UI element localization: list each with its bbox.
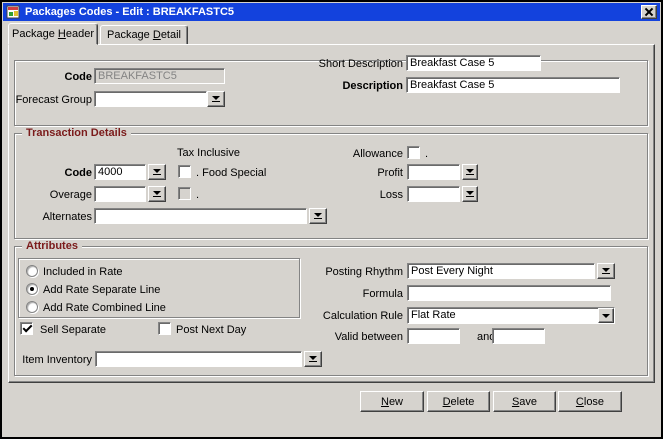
profit-lov-button[interactable]	[462, 164, 478, 180]
loss-lov-button[interactable]	[462, 186, 478, 202]
description-input[interactable]	[406, 77, 620, 93]
profit-input[interactable]	[407, 164, 460, 180]
formula-label: Formula	[300, 288, 403, 301]
code-label: Code	[10, 71, 92, 84]
valid-to-input[interactable]	[492, 328, 545, 344]
dropdown-lov-icon	[153, 191, 161, 197]
dropdown-arrow-icon	[602, 314, 610, 318]
sell-separate-label: Sell Separate	[40, 324, 106, 337]
allowance-checkbox[interactable]	[407, 146, 420, 159]
alternates-label: Alternates	[10, 211, 92, 224]
close-icon	[645, 8, 653, 16]
alternates-lov-button[interactable]	[309, 208, 327, 224]
allowance-label: Allowance	[300, 148, 403, 161]
post-next-day-label: Post Next Day	[176, 324, 246, 337]
close-window-button[interactable]: Close	[558, 391, 622, 412]
dropdown-lov-icon	[309, 356, 317, 362]
code-input	[94, 68, 225, 84]
radio-add-rate-combined-line[interactable]	[26, 301, 38, 313]
calculation-rule-select[interactable]: Flat Rate	[407, 307, 615, 324]
tab-package-detail[interactable]: Package Detail	[100, 25, 188, 45]
profit-label: Profit	[300, 167, 403, 180]
posting-rhythm-lov-button[interactable]	[597, 263, 615, 279]
forecast-group-lov-button[interactable]	[207, 91, 225, 107]
save-button[interactable]: Save	[493, 391, 556, 412]
dropdown-lov-icon	[314, 213, 322, 219]
posting-rhythm-input[interactable]	[407, 263, 595, 279]
item-inventory-input[interactable]	[95, 351, 302, 367]
transaction-code-lov-button[interactable]	[148, 164, 166, 180]
description-label: Description	[300, 80, 403, 93]
radio-included-in-rate[interactable]	[26, 265, 38, 277]
radio-add-rate-combined-line-label: Add Rate Combined Line	[43, 302, 166, 315]
radio-add-rate-separate-line[interactable]	[26, 283, 38, 295]
transaction-code-label: Code	[10, 167, 92, 180]
item-inventory-label: Item Inventory	[10, 354, 92, 367]
delete-button-label: Delete	[443, 396, 475, 408]
tab-label: Package Detail	[107, 29, 181, 41]
post-next-day-checkbox[interactable]	[158, 322, 171, 335]
tab-package-header[interactable]: Package Header	[8, 23, 98, 45]
overage-input[interactable]	[94, 186, 146, 202]
packages-codes-window: Packages Codes - Edit : BREAKFASTC5 Pack…	[0, 0, 663, 439]
tax-inclusive-label: Tax Inclusive	[177, 147, 240, 160]
forecast-group-input[interactable]	[94, 91, 207, 107]
food-special-label: . Food Special	[196, 167, 266, 180]
calculation-rule-label: Calculation Rule	[300, 310, 403, 323]
radio-add-rate-separate-line-label: Add Rate Separate Line	[43, 284, 160, 297]
overage-label: Overage	[10, 189, 92, 202]
short-description-label: Short Description	[300, 58, 403, 71]
allowance-suffix: .	[425, 148, 428, 161]
loss-label: Loss	[300, 189, 403, 202]
radio-included-in-rate-label: Included in Rate	[43, 266, 123, 279]
new-button[interactable]: New	[360, 391, 424, 412]
attributes-title: Attributes	[22, 240, 82, 252]
formula-input[interactable]	[407, 285, 611, 301]
valid-from-input[interactable]	[407, 328, 460, 344]
close-button-label: Close	[576, 396, 604, 408]
overage-lov-button[interactable]	[148, 186, 166, 202]
transaction-code-input[interactable]	[94, 164, 146, 180]
dropdown-lov-icon	[602, 268, 610, 274]
alternates-input[interactable]	[94, 208, 307, 224]
dropdown-lov-icon	[153, 169, 161, 175]
sell-separate-checkbox[interactable]	[20, 322, 33, 335]
new-button-label: New	[381, 396, 403, 408]
dropdown-lov-icon	[466, 169, 474, 175]
app-icon	[6, 5, 20, 19]
title-bar[interactable]: Packages Codes - Edit : BREAKFASTC5	[3, 3, 660, 21]
tab-label: Package Header	[12, 28, 94, 40]
dropdown-lov-icon	[466, 191, 474, 197]
item-inventory-lov-button[interactable]	[304, 351, 322, 367]
transaction-details-title: Transaction Details	[22, 127, 131, 139]
calculation-rule-value: Flat Rate	[408, 308, 598, 323]
close-button[interactable]	[641, 5, 657, 19]
loss-input[interactable]	[407, 186, 460, 202]
overage-checkbox-suffix: .	[196, 189, 199, 202]
posting-rhythm-label: Posting Rhythm	[300, 266, 403, 279]
delete-button[interactable]: Delete	[427, 391, 490, 412]
valid-between-label: Valid between	[300, 331, 403, 344]
overage-checkbox[interactable]	[178, 187, 191, 200]
calculation-rule-dropdown-button[interactable]	[598, 308, 614, 323]
food-special-checkbox[interactable]	[178, 165, 191, 178]
window-title: Packages Codes - Edit : BREAKFASTC5	[25, 6, 234, 18]
dropdown-lov-icon	[212, 96, 220, 102]
forecast-group-label: Forecast Group	[10, 94, 92, 107]
short-description-input[interactable]	[406, 55, 541, 71]
save-button-label: Save	[512, 396, 537, 408]
